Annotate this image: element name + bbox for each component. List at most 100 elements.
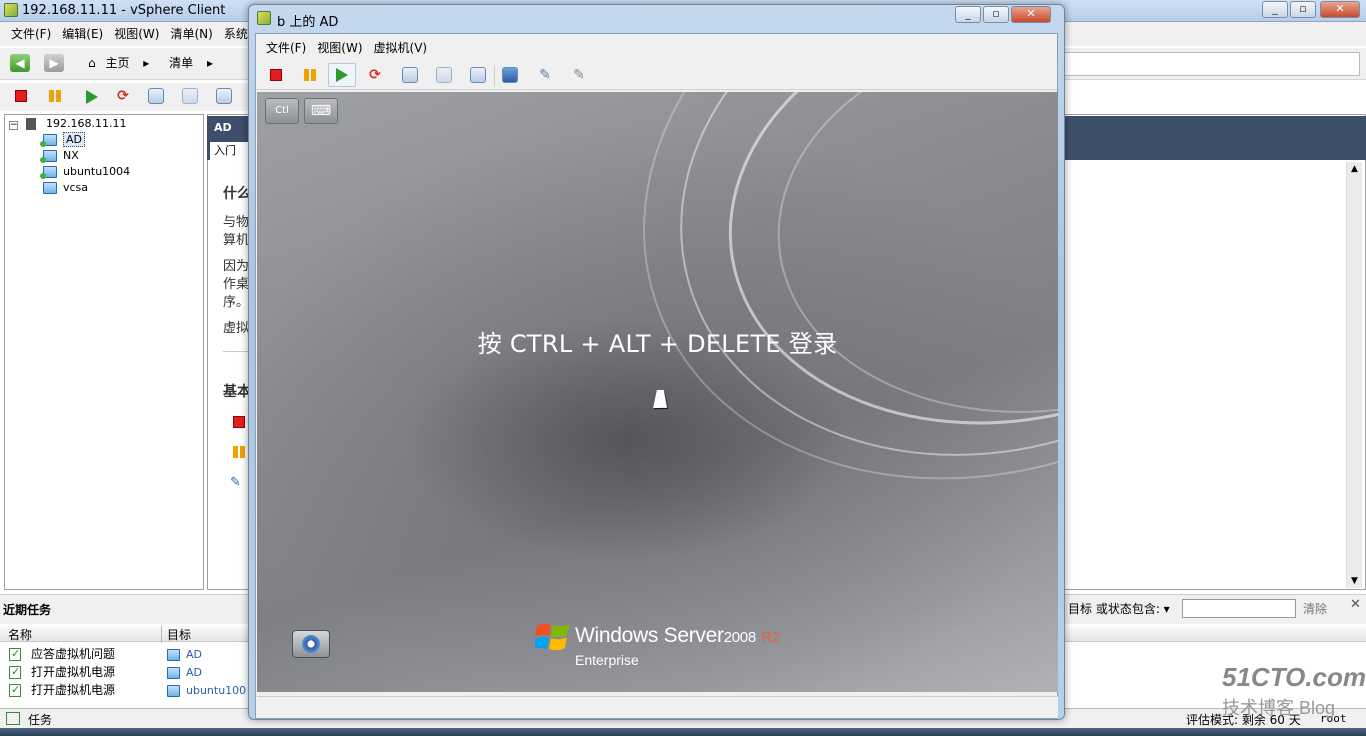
- vm-icon: [167, 648, 180, 661]
- console-minimize-button[interactable]: _: [955, 6, 981, 23]
- power-on-icon[interactable]: [86, 90, 98, 104]
- menu-view[interactable]: 视图(W): [114, 22, 159, 46]
- table-row[interactable]: 打开虚拟机电源 AD: [0, 663, 202, 681]
- task-complete-icon: [9, 645, 21, 663]
- ease-of-access-icon: ✦: [302, 635, 320, 653]
- main-toolbar: ⟳: [0, 83, 250, 111]
- os-edition: Enterprise: [575, 652, 639, 668]
- filter-input[interactable]: [1182, 599, 1296, 618]
- collapse-icon[interactable]: −: [9, 121, 18, 130]
- content-line-3: 因为: [223, 259, 250, 274]
- tab-getting-started[interactable]: 入门: [210, 142, 250, 160]
- vm-screen[interactable]: Ctl ⌨ 按 CTRL + ALT + DELETE 登录 ✦ Windows…: [257, 92, 1058, 692]
- console-menu-view[interactable]: 视图(W): [317, 37, 362, 59]
- basic-tasks-heading: 基本: [223, 384, 251, 400]
- vm-icon: [167, 684, 180, 697]
- task-target[interactable]: AD: [186, 648, 202, 661]
- task-target[interactable]: AD: [186, 666, 202, 679]
- tree-vm-ubuntu[interactable]: ubuntu1004: [43, 164, 130, 180]
- mouse-cursor-icon: [653, 390, 671, 408]
- task-target[interactable]: ubuntu100: [186, 684, 246, 697]
- vm-icon: [167, 666, 180, 679]
- console-reset-icon[interactable]: ⟳: [366, 66, 384, 84]
- console-close-button[interactable]: ✕: [1011, 6, 1051, 23]
- tree-host-node[interactable]: − 192.168.11.11: [9, 116, 126, 132]
- recent-tasks-title: 近期任务: [3, 603, 52, 617]
- snapshot-manager-icon[interactable]: [216, 88, 232, 104]
- vm-label-nx: NX: [63, 149, 79, 162]
- content-line-4: 作桌: [223, 277, 250, 292]
- edit-settings-icon[interactable]: ✎: [230, 475, 241, 490]
- close-panel-icon[interactable]: ✕: [1350, 597, 1361, 612]
- breadcrumb-home[interactable]: 主页: [105, 56, 129, 70]
- column-target[interactable]: 目标: [161, 626, 191, 643]
- vm-console-window: b 上的 AD _ ▫ ✕ 文件(F) 视图(W) 虚拟机(V) ⟳ ✎ ✎ Ctl…: [248, 4, 1065, 720]
- scroll-down-icon[interactable]: ▼: [1347, 574, 1362, 588]
- cd-connect-icon[interactable]: ✎: [536, 66, 554, 84]
- scroll-up-icon[interactable]: ▲: [1347, 162, 1362, 176]
- windows-server-logo: Windows Server2008 R2 Enterprise: [535, 620, 795, 674]
- tree-vm-nx[interactable]: NX: [43, 148, 79, 164]
- keyboard-icon[interactable]: ⌨: [304, 98, 338, 124]
- menu-inventory[interactable]: 清单(N): [170, 22, 212, 46]
- task-power-off-icon[interactable]: [233, 416, 245, 428]
- suspend-icon[interactable]: [49, 90, 61, 102]
- power-off-icon[interactable]: [15, 90, 27, 102]
- getting-started-heading: 什么: [223, 186, 251, 202]
- console-revert-icon[interactable]: [436, 67, 452, 83]
- forward-arrow-icon[interactable]: ▶: [44, 54, 64, 72]
- menu-file[interactable]: 文件(F): [11, 22, 51, 46]
- os-name-text: Windows Server: [575, 624, 724, 647]
- os-taskbar: [0, 728, 1366, 736]
- snapshot-icon[interactable]: [148, 88, 164, 104]
- breadcrumb-inventory[interactable]: 清单: [169, 56, 193, 70]
- ease-of-access-button[interactable]: ✦: [292, 630, 330, 658]
- console-menu-vm[interactable]: 虚拟机(V): [374, 37, 428, 59]
- content-line-1: 与物: [223, 215, 250, 230]
- task-complete-icon: [9, 663, 21, 681]
- main-minimize-button[interactable]: _: [1262, 1, 1288, 18]
- console-toolbar: ⟳ ✎ ✎: [256, 62, 1057, 90]
- console-status-bar: [257, 696, 1058, 718]
- content-scrollbar[interactable]: ▲ ▼: [1346, 162, 1362, 588]
- console-power-on-button[interactable]: [328, 63, 356, 87]
- host-label: 192.168.11.11: [46, 117, 127, 130]
- table-row[interactable]: 应答虚拟机问题 AD: [0, 645, 202, 663]
- content-line-6: 虚拟: [223, 321, 250, 336]
- console-power-off-icon[interactable]: [270, 69, 282, 81]
- console-menu-file[interactable]: 文件(F): [266, 37, 306, 59]
- menu-system[interactable]: 系统: [224, 22, 248, 46]
- task-name: 打开虚拟机电源: [31, 665, 116, 679]
- reset-icon[interactable]: ⟳: [114, 87, 132, 105]
- clear-button[interactable]: 清除: [1303, 600, 1327, 617]
- tasks-icon: [6, 712, 20, 725]
- console-window-title: b 上的 AD: [277, 15, 339, 30]
- console-menu-bar: 文件(F) 视图(W) 虚拟机(V): [266, 37, 438, 59]
- main-close-button[interactable]: ✕: [1320, 1, 1360, 18]
- vm-settings-icon[interactable]: [502, 67, 518, 83]
- menu-edit[interactable]: 编辑(E): [62, 22, 103, 46]
- vsphere-app-icon: [4, 3, 18, 17]
- windows-flag-icon: [535, 623, 569, 651]
- tree-vm-vcsa[interactable]: vcsa: [43, 180, 88, 196]
- floppy-connect-icon[interactable]: ✎: [570, 66, 588, 84]
- address-field[interactable]: [1064, 52, 1360, 76]
- task-suspend-icon[interactable]: [233, 446, 245, 458]
- column-name[interactable]: 名称: [8, 626, 32, 643]
- os-release: R2: [761, 629, 780, 646]
- console-snapshot-manager-icon[interactable]: [470, 67, 486, 83]
- filter-label[interactable]: 目标 或状态包含: ▾: [1068, 600, 1170, 617]
- back-arrow-icon[interactable]: ◀: [10, 54, 30, 72]
- tree-vm-ad[interactable]: AD: [43, 132, 85, 148]
- os-name: Windows Server2008 R2: [575, 624, 780, 648]
- breadcrumb: ⌂ 主页 ▸ 清单 ▸: [88, 54, 213, 72]
- console-suspend-icon[interactable]: [304, 69, 316, 81]
- ctrl-key-button[interactable]: Ctl: [265, 98, 299, 124]
- revert-snapshot-icon[interactable]: [182, 88, 198, 104]
- console-maximize-button[interactable]: ▫: [983, 6, 1009, 23]
- tasks-button[interactable]: 任务: [28, 711, 52, 728]
- toolbar-separator: [494, 65, 495, 87]
- table-row[interactable]: 打开虚拟机电源 ubuntu100: [0, 681, 246, 699]
- main-maximize-button[interactable]: ▫: [1290, 1, 1316, 18]
- console-snapshot-icon[interactable]: [402, 67, 418, 83]
